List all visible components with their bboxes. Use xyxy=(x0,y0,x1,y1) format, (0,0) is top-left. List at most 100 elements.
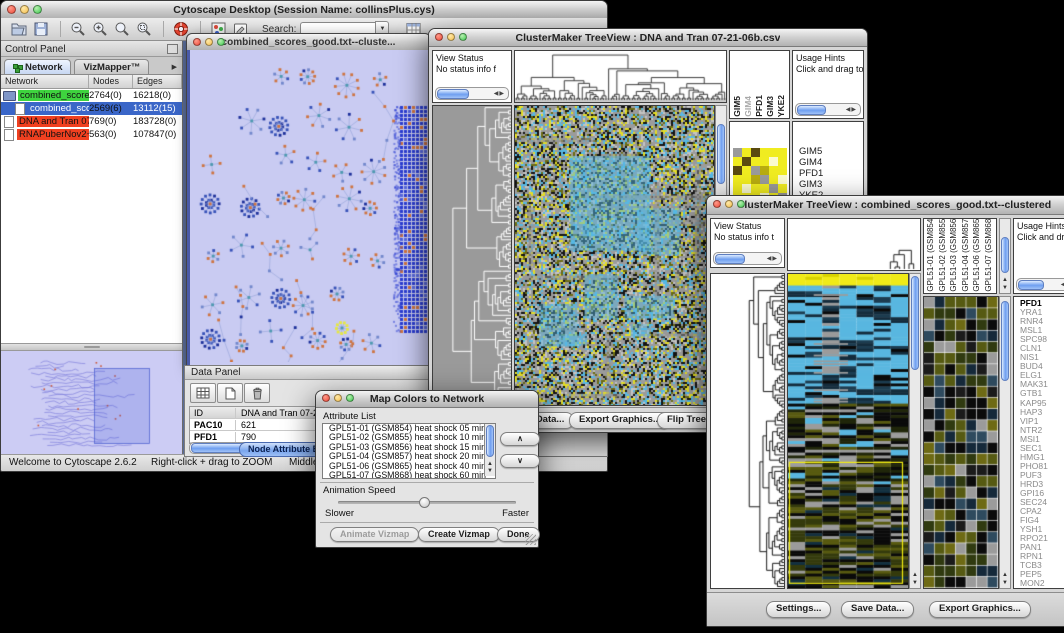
delete-attribute-trash-icon[interactable] xyxy=(244,383,270,403)
minimize-button[interactable] xyxy=(205,38,213,46)
open-file-button[interactable] xyxy=(9,20,29,38)
column-label[interactable]: PFD1 xyxy=(754,95,764,117)
main-title-bar[interactable]: Cytoscape Desktop (Session Name: collins… xyxy=(1,1,607,19)
network-view-title-bar[interactable]: combined_scores_good.txt--cluste... xyxy=(187,34,430,51)
hscroll-pill[interactable] xyxy=(797,105,826,115)
zoom-button[interactable] xyxy=(459,33,467,41)
close-button[interactable] xyxy=(322,394,330,402)
zoom-fit-button[interactable] xyxy=(112,20,132,38)
panel-splitter[interactable] xyxy=(1,343,182,351)
column-label[interactable]: GPL51-01 (GSM854) xyxy=(926,218,937,292)
tv2-row-dendrogram-panel[interactable] xyxy=(710,273,785,589)
column-label[interactable]: GPL51-07 (GSM868) xyxy=(984,218,995,292)
tv2-col-dendrogram-canvas[interactable] xyxy=(788,219,920,270)
vscroll-pill[interactable] xyxy=(717,124,725,184)
tab-overflow-arrow[interactable]: ▶ xyxy=(167,63,182,74)
vscroll-pill[interactable] xyxy=(1001,237,1009,273)
vscroll-pill[interactable] xyxy=(1001,301,1009,381)
treeview2-title-bar[interactable]: ClusterMaker TreeView : combined_scores_… xyxy=(707,196,1064,215)
tab-network[interactable]: Network xyxy=(4,59,71,74)
tv2-heatmap-canvas[interactable] xyxy=(788,274,908,588)
view-status-hscrollbar[interactable]: ◀▶ xyxy=(435,87,509,100)
tv1-row-dendrogram-canvas[interactable] xyxy=(433,106,511,405)
minimize-button[interactable] xyxy=(447,33,455,41)
minimize-button[interactable] xyxy=(20,5,29,14)
close-button[interactable] xyxy=(193,38,201,46)
tv2-column-dendrogram-panel[interactable] xyxy=(787,218,921,271)
zoom-button[interactable] xyxy=(217,38,225,46)
scroll-up-icon[interactable]: ▲ xyxy=(1000,277,1010,284)
scroll-up-icon[interactable]: ▲ xyxy=(910,572,920,579)
treeview-button[interactable]: Save Data... xyxy=(841,601,914,618)
gene-label[interactable]: MON2 xyxy=(1017,579,1064,588)
usage-hints-hscrollbar[interactable]: ◀▶ xyxy=(1016,278,1064,291)
row-label[interactable]: GIM3 xyxy=(796,179,863,190)
tab-vizmapper[interactable]: VizMapper™ xyxy=(74,59,149,74)
row-label[interactable]: GIM4 xyxy=(796,157,863,168)
tv1-col-dendrogram-canvas[interactable] xyxy=(515,51,726,102)
scroll-down-icon[interactable]: ▼ xyxy=(1000,580,1010,587)
hscroll-pill[interactable] xyxy=(1018,280,1044,290)
tv1-row-dendrogram-panel[interactable] xyxy=(432,105,512,406)
dialog-button[interactable]: Create Vizmap xyxy=(418,527,500,542)
treeview-button[interactable]: Export Graphics... xyxy=(569,412,671,429)
zoom-button[interactable] xyxy=(346,394,354,402)
network-tree-row[interactable]: combined_scores 2764(0) 16218(0) xyxy=(1,89,182,102)
slider-thumb[interactable] xyxy=(419,497,430,508)
tv2-row-dendrogram-canvas[interactable] xyxy=(711,274,784,588)
tv2-heatmap-vscrollbar[interactable]: ▲ ▼ xyxy=(909,273,921,589)
column-label[interactable]: YKE2 xyxy=(776,95,786,117)
view-status-hscrollbar[interactable]: ◀▶ xyxy=(713,252,782,265)
zoom-in-button[interactable] xyxy=(90,20,110,38)
row-label[interactable]: PFD1 xyxy=(796,168,863,179)
column-label[interactable]: GPL51-02 (GSM855) xyxy=(938,218,949,292)
row-label[interactable]: GIM5 xyxy=(796,146,863,157)
overview-canvas[interactable] xyxy=(2,352,179,454)
column-label[interactable]: GPL51-08 (GSM872) xyxy=(995,218,997,292)
tv1-mini-heatmap[interactable] xyxy=(733,148,787,202)
treeview-button[interactable]: Settings... xyxy=(766,601,831,618)
network-tree-row[interactable]: RNAPuberNov2+ 563(0) 107847(0) xyxy=(1,128,182,141)
close-button[interactable] xyxy=(713,200,721,208)
column-label[interactable]: GPL51-04 (GSM857) xyxy=(961,218,972,292)
vscroll-pill[interactable] xyxy=(911,276,919,370)
column-label[interactable]: GPL51-03 (GSM856) xyxy=(949,218,960,292)
scroll-down-icon[interactable]: ▼ xyxy=(910,580,920,587)
zoom-out-button[interactable] xyxy=(68,20,88,38)
hscroll-pill[interactable] xyxy=(437,89,469,99)
zoom-selected-button[interactable] xyxy=(134,20,154,38)
minimize-button[interactable] xyxy=(725,200,733,208)
column-label[interactable]: GPL51-06 (GSM865) xyxy=(972,218,983,292)
select-attributes-icon[interactable] xyxy=(190,383,216,403)
tv2-zoom-heatmap-canvas[interactable] xyxy=(924,297,998,588)
zoom-button[interactable] xyxy=(737,200,745,208)
network-tree-row[interactable]: DNA and Tran 07 769(0) 183728(0) xyxy=(1,115,182,128)
zoom-button[interactable] xyxy=(33,5,42,14)
close-button[interactable] xyxy=(7,5,16,14)
tv2-zoom-vscrollbar[interactable]: ▲ ▼ xyxy=(999,296,1011,589)
float-panel-icon[interactable] xyxy=(167,44,178,54)
network-graph-canvas[interactable] xyxy=(190,50,428,362)
tv1-heatmap-panel[interactable] xyxy=(514,105,715,406)
tv2-labels-vscrollbar[interactable]: ▲ ▼ xyxy=(999,218,1011,294)
usage-hints-hscrollbar[interactable]: ◀▶ xyxy=(795,103,861,116)
column-label[interactable]: PAC10 xyxy=(787,90,790,117)
tv2-heatmap-panel[interactable] xyxy=(787,273,909,589)
column-label[interactable]: GIM4 xyxy=(743,96,753,117)
move-up-button[interactable]: ∧ xyxy=(500,432,540,446)
new-attribute-icon[interactable] xyxy=(217,383,243,403)
save-button[interactable] xyxy=(31,20,51,38)
hscroll-pill[interactable] xyxy=(715,254,745,264)
attribute-list-vscrollbar[interactable]: ▲ ▼ xyxy=(484,424,495,476)
scroll-up-icon[interactable]: ▲ xyxy=(485,461,495,468)
tv1-heatmap-canvas[interactable] xyxy=(515,106,714,405)
resize-grip[interactable] xyxy=(525,534,536,545)
minimize-button[interactable] xyxy=(334,394,342,402)
column-label[interactable]: GIM3 xyxy=(765,96,775,117)
close-button[interactable] xyxy=(435,33,443,41)
scroll-down-icon[interactable]: ▼ xyxy=(1000,285,1010,292)
vscroll-pill[interactable] xyxy=(486,425,494,457)
dialog-button[interactable]: Animate Vizmap xyxy=(330,527,419,542)
column-label[interactable]: GIM5 xyxy=(732,96,742,117)
tv1-column-dendrogram-panel[interactable] xyxy=(514,50,727,103)
